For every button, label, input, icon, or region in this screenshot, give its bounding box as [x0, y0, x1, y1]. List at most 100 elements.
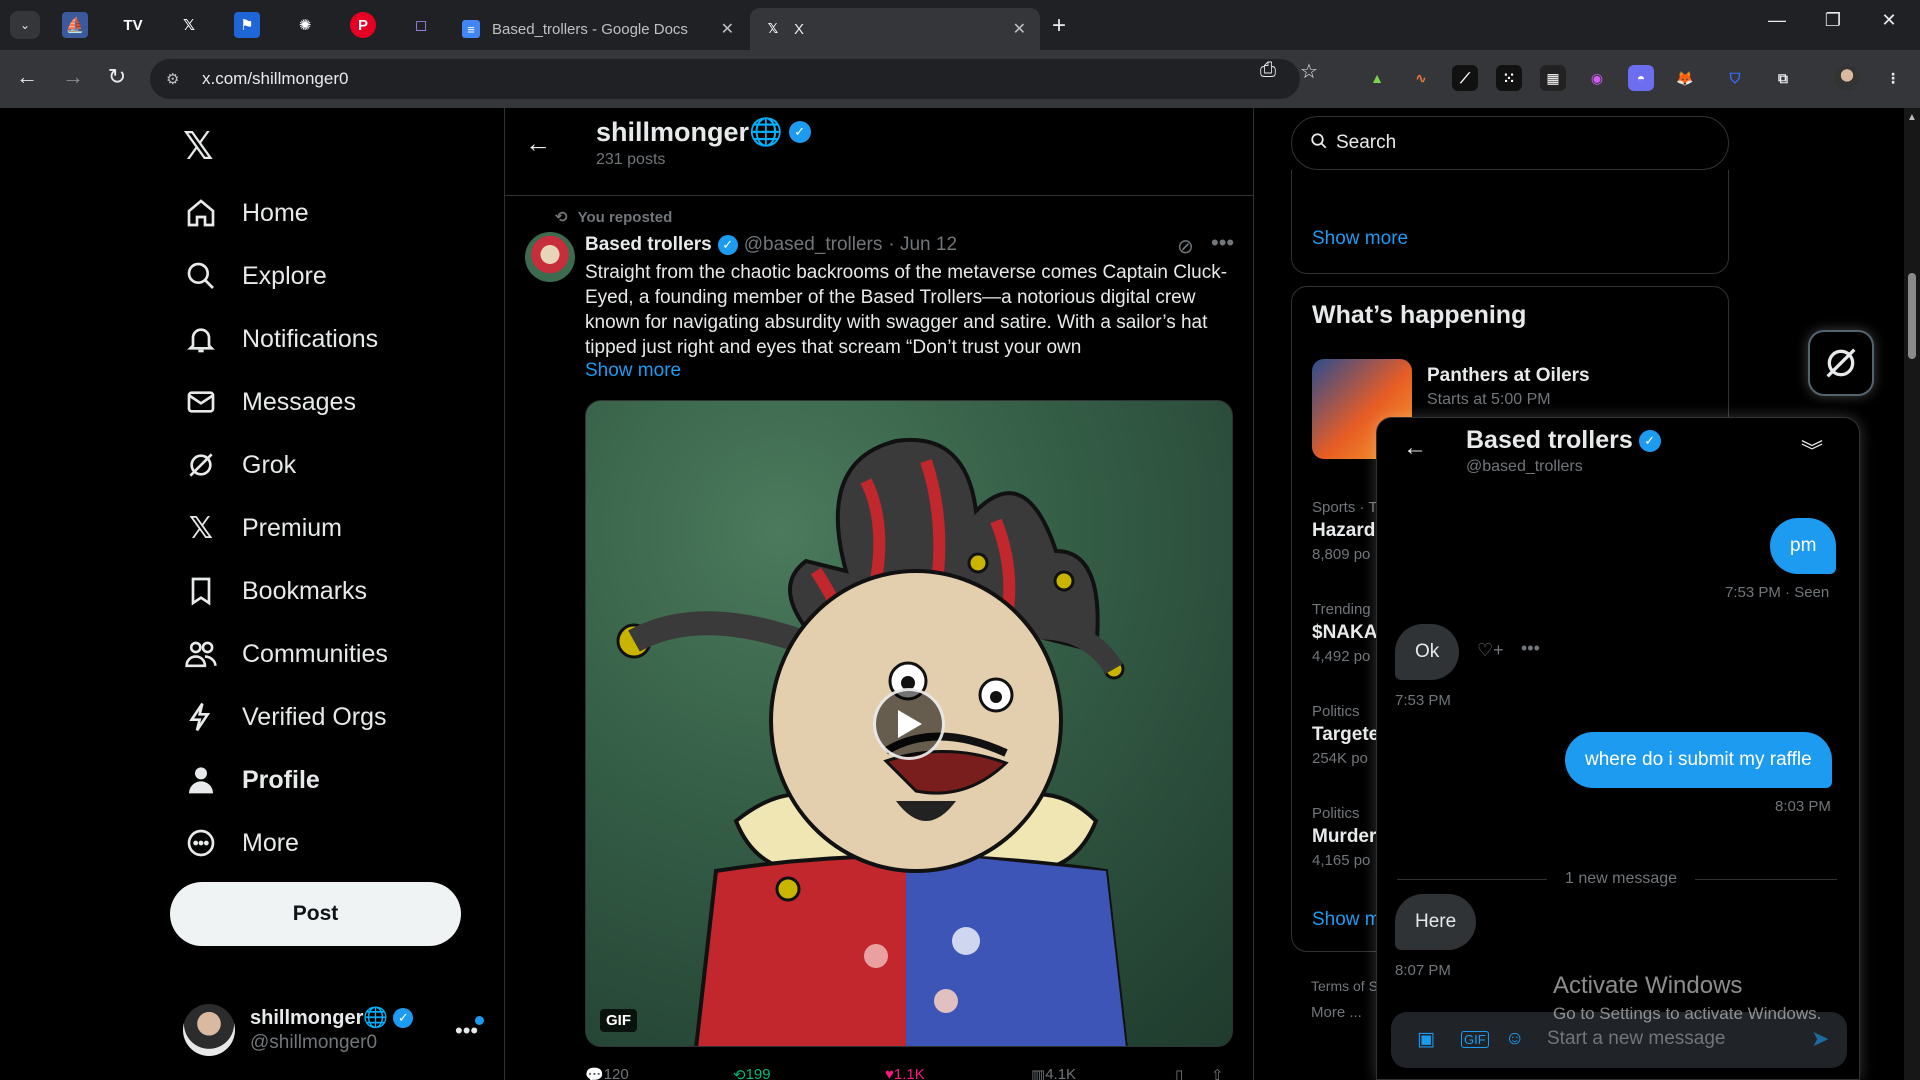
- grok-icon[interactable]: ⊘: [1177, 234, 1194, 259]
- x-logo-icon[interactable]: 𝕏: [183, 124, 214, 169]
- bookmark-icon[interactable]: ▯: [1175, 1066, 1183, 1080]
- pinned-tab-pinterest[interactable]: P: [350, 12, 376, 38]
- tab-x[interactable]: 𝕏 X ✕: [750, 8, 1040, 50]
- back-arrow-icon[interactable]: ←: [525, 128, 551, 159]
- footer-more-link[interactable]: More ...: [1311, 1004, 1362, 1021]
- chevron-down-icon: ⌄: [19, 18, 31, 32]
- nav-verified-orgs[interactable]: Verified Orgs: [182, 692, 387, 742]
- close-icon[interactable]: ✕: [1013, 19, 1026, 39]
- message-meta: 7:53 PM · Seen: [1725, 584, 1830, 601]
- reload-button[interactable]: ↻: [102, 64, 132, 90]
- browser-menu-icon[interactable]: ⋮: [1880, 65, 1906, 91]
- more-horizontal-icon[interactable]: •••: [1521, 638, 1540, 659]
- scrollbar-thumb[interactable]: [1908, 273, 1916, 359]
- nav-home[interactable]: Home: [182, 188, 309, 238]
- bookmark-star-icon[interactable]: ☆: [1300, 59, 1318, 84]
- nav-premium[interactable]: 𝕏 Premium: [182, 503, 342, 553]
- close-icon[interactable]: ✕: [721, 19, 734, 39]
- extension-chart-icon[interactable]: ▲: [1364, 65, 1390, 91]
- profile-avatar-icon[interactable]: [1834, 65, 1860, 91]
- forward-button[interactable]: →: [58, 64, 88, 90]
- new-tab-button[interactable]: +: [1052, 12, 1066, 40]
- nav-bookmarks[interactable]: Bookmarks: [182, 566, 367, 616]
- collapse-icon[interactable]: ︾: [1801, 434, 1823, 466]
- emoji-icon[interactable]: ☺: [1505, 1028, 1524, 1050]
- tweet-media-gif[interactable]: GIF: [585, 400, 1233, 1047]
- tab-google-docs[interactable]: ≡ Based_trollers - Google Docs ✕: [448, 8, 748, 50]
- restore-button[interactable]: ❐: [1818, 10, 1848, 31]
- nav-messages[interactable]: Messages: [182, 377, 356, 427]
- show-more-link[interactable]: Show more: [585, 360, 681, 382]
- tweet-author-avatar[interactable]: [525, 232, 575, 282]
- site-info-icon[interactable]: ⚙: [166, 70, 186, 88]
- section-title: What’s happening: [1312, 301, 1527, 329]
- nav-profile[interactable]: Profile: [182, 755, 320, 805]
- extension-wave-icon[interactable]: ∿: [1408, 65, 1434, 91]
- scroll-up-icon[interactable]: ▲: [1907, 112, 1917, 123]
- show-more-link[interactable]: Show m: [1312, 909, 1381, 931]
- install-app-icon[interactable]: ⎙: [1260, 59, 1276, 82]
- repost-button[interactable]: ⟲ 199: [733, 1066, 771, 1080]
- page-title: shillmonger🌐: [596, 117, 783, 147]
- message-bubble[interactable]: Here: [1395, 894, 1477, 950]
- nav-more[interactable]: More: [182, 818, 299, 868]
- pinned-tab-x[interactable]: 𝕏: [176, 12, 202, 38]
- tweet-date[interactable]: · Jun 12: [888, 234, 957, 256]
- profile-timeline: ← shillmonger🌐 ✓ 231 posts ⟲ You reposted…: [504, 108, 1254, 1080]
- tweet-author-name[interactable]: Based trollers: [585, 234, 712, 256]
- extension-orb-icon[interactable]: ◉: [1584, 65, 1610, 91]
- tweet-author-handle[interactable]: @based_trollers: [744, 234, 883, 256]
- nav-notifications[interactable]: Notifications: [182, 314, 378, 364]
- pinned-tab-app[interactable]: ⛵: [62, 12, 88, 38]
- image-icon[interactable]: ▣: [1417, 1028, 1435, 1051]
- extension-ghost-icon[interactable]: ◓: [1628, 65, 1654, 91]
- reply-button[interactable]: 💬 120: [585, 1066, 629, 1080]
- window-close-button[interactable]: ✕: [1874, 10, 1904, 31]
- event-title[interactable]: Panthers at Oilers: [1427, 365, 1590, 387]
- account-switcher[interactable]: shillmonger🌐 ✓ @shillmonger0 •••: [183, 996, 493, 1066]
- send-icon[interactable]: ➤: [1811, 1026, 1829, 1052]
- share-icon[interactable]: ⇧: [1211, 1066, 1224, 1080]
- search-input[interactable]: Search: [1291, 116, 1729, 170]
- extensions-puzzle-icon[interactable]: ⧉: [1770, 65, 1796, 91]
- grok-icon: [182, 446, 220, 484]
- views-button[interactable]: ▥ 4.1K: [1031, 1066, 1076, 1080]
- tweet-text: Straight from the chaotic backrooms of t…: [585, 262, 1228, 358]
- nav-communities[interactable]: Communities: [182, 629, 388, 679]
- extension-shield-icon[interactable]: ⛉: [1722, 65, 1748, 91]
- pinned-tab-chat[interactable]: ◻: [408, 12, 434, 38]
- more-horizontal-icon[interactable]: •••: [1211, 230, 1234, 256]
- message-bubble[interactable]: pm: [1770, 518, 1837, 574]
- tab-search-button[interactable]: ⌄: [10, 11, 40, 39]
- gif-icon[interactable]: GIF: [1461, 1031, 1489, 1048]
- post-button[interactable]: Post: [170, 882, 461, 946]
- extension-dots-icon[interactable]: ⁙: [1496, 65, 1522, 91]
- account-handle: @shillmonger0: [250, 1032, 378, 1053]
- pinned-tab-openai[interactable]: ✺: [292, 12, 318, 38]
- page-scrollbar[interactable]: ▲: [1904, 108, 1920, 1080]
- nav-explore[interactable]: Explore: [182, 251, 327, 301]
- address-bar[interactable]: ⚙ x.com/shillmonger0: [150, 59, 1300, 99]
- profile-header: ← shillmonger🌐 ✓ 231 posts: [505, 108, 1253, 196]
- nav-grok[interactable]: Grok: [182, 440, 296, 490]
- footer-terms-link[interactable]: Terms of S: [1311, 978, 1378, 994]
- back-arrow-icon[interactable]: ←: [1403, 434, 1427, 462]
- message-bubble[interactable]: where do i submit my raffle: [1565, 732, 1832, 788]
- home-icon: [182, 194, 220, 232]
- react-icon[interactable]: ♡+: [1477, 640, 1504, 661]
- message-input[interactable]: Start a new message: [1547, 1028, 1725, 1050]
- play-icon[interactable]: [873, 688, 945, 760]
- extension-fox-icon[interactable]: 🦊: [1672, 65, 1698, 91]
- pinned-tab-app2[interactable]: ⚑: [234, 12, 260, 38]
- os-activation-subtitle: Go to Settings to activate Windows.: [1553, 1004, 1822, 1023]
- minimize-button[interactable]: —: [1762, 10, 1792, 31]
- message-bubble[interactable]: Ok: [1395, 624, 1460, 680]
- like-button[interactable]: ♥ 1.1K: [885, 1066, 925, 1080]
- grok-floating-button[interactable]: [1808, 330, 1874, 396]
- extension-grid-icon[interactable]: ▦: [1540, 65, 1566, 91]
- show-more-link[interactable]: Show more: [1312, 228, 1408, 250]
- extension-slash-icon[interactable]: ⟋: [1452, 65, 1478, 91]
- pinned-tab-tradingview[interactable]: TV: [120, 12, 146, 38]
- verified-badge-icon: ✓: [1638, 429, 1661, 452]
- back-button[interactable]: ←: [12, 64, 42, 90]
